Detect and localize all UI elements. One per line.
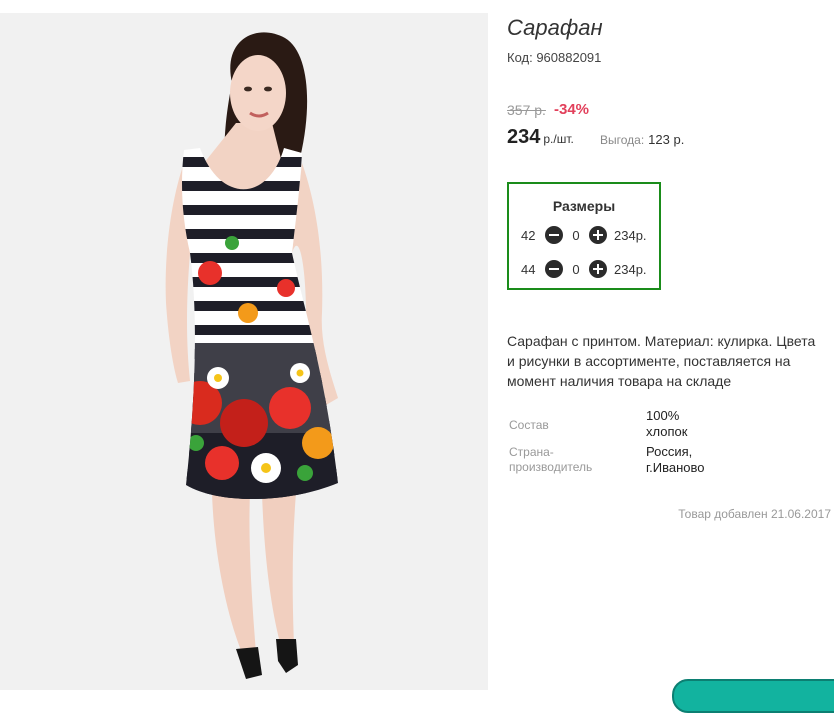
size-price: 234р. xyxy=(614,227,647,243)
increase-quantity-button[interactable] xyxy=(589,260,607,278)
benefit-value: 123 р. xyxy=(648,132,685,147)
attribute-label: Страна-производитель xyxy=(509,445,593,474)
benefit: Выгода: 123 р. xyxy=(600,132,684,147)
quantity-value[interactable]: 0 xyxy=(563,228,589,243)
added-date: Товар добавлен 21.06.2017 xyxy=(678,507,831,521)
product-photo[interactable] xyxy=(0,13,488,690)
price-unit: р./шт. xyxy=(543,132,574,146)
quantity-value[interactable]: 0 xyxy=(563,262,589,277)
model-in-dress-image xyxy=(165,32,338,679)
attribute-value: 100% хлопок xyxy=(646,408,688,439)
increase-quantity-button[interactable] xyxy=(589,226,607,244)
floating-action-button[interactable] xyxy=(672,679,834,713)
decrease-quantity-button[interactable] xyxy=(545,260,563,278)
product-code: Код: 960882091 xyxy=(507,50,602,65)
price: 234 р./шт. xyxy=(507,126,574,149)
product-description: Сарафан с принтом. Материал: кулирка. Цв… xyxy=(507,333,816,389)
product-title: Сарафан xyxy=(507,15,603,40)
size-row: 42 0 234р. xyxy=(521,225,647,245)
size-price: 234р. xyxy=(614,261,647,277)
size-row: 44 0 234р. xyxy=(521,259,647,279)
decrease-quantity-button[interactable] xyxy=(545,226,563,244)
discount-badge: -34% xyxy=(554,101,590,118)
attribute-label: Состав xyxy=(509,418,549,432)
product-info: Сарафан Код: 960882091 357 р. -34% 234 р.… xyxy=(507,0,834,690)
old-price: 357 р. xyxy=(507,102,546,118)
size-label: 44 xyxy=(521,261,536,277)
benefit-label: Выгода: xyxy=(600,133,645,147)
attribute-value: Россия, г.Иваново xyxy=(646,444,705,475)
sizes-panel: Размеры 42 0 234р. 44 0 234р. xyxy=(507,182,661,290)
size-label: 42 xyxy=(521,227,536,243)
price-value: 234 xyxy=(507,126,541,148)
sizes-title: Размеры xyxy=(552,198,616,214)
